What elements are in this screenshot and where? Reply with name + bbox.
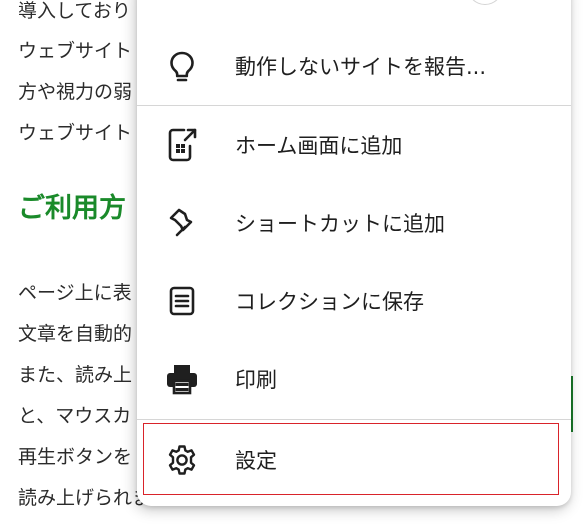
article-text-line: また、読み上 — [18, 364, 133, 386]
menu-item-print[interactable]: 印刷 — [137, 340, 571, 418]
toggle-partial[interactable] — [467, 0, 503, 5]
article-text-line: と、マウスカ — [18, 405, 132, 427]
article-text-line: ページ上に表 — [18, 282, 132, 304]
article-text-line: 文章を自動的 — [18, 323, 133, 345]
menu-item-label: ショートカットに追加 — [235, 212, 445, 236]
collections-icon — [165, 284, 199, 318]
article-text-line: ウェブサイト — [18, 40, 133, 62]
menu-item-save-to-collections[interactable]: コレクションに保存 — [137, 262, 571, 340]
menu-item-add-to-shortcuts[interactable]: ショートカットに追加 — [137, 184, 571, 262]
selection-highlight — [143, 423, 559, 495]
printer-icon — [165, 362, 199, 396]
lightbulb-icon — [165, 49, 199, 83]
article-text-line: 方や視力の弱 — [18, 81, 133, 103]
article-text-line: 再生ボタンを — [18, 446, 133, 468]
menu-item-add-to-home-screen[interactable]: ホーム画面に追加 — [137, 106, 571, 184]
browser-menu: 動作しないサイトを報告... ホーム画面に追加 ショートカットに追加 コレクショ… — [137, 0, 571, 506]
menu-item-label: 印刷 — [235, 368, 277, 392]
menu-item-report-site[interactable]: 動作しないサイトを報告... — [137, 27, 571, 105]
menu-divider — [137, 419, 571, 420]
article-section-heading: ご利用方 — [18, 193, 126, 224]
menu-item-label: 動作しないサイトを報告... — [235, 55, 487, 79]
menu-item-label: コレクションに保存 — [235, 290, 424, 314]
add-to-home-screen-icon — [165, 128, 199, 162]
article-text-line: 導入しており — [18, 0, 131, 22]
article-text-line: ウェブサイト — [18, 122, 133, 144]
menu-item-label: ホーム画面に追加 — [235, 134, 403, 158]
pin-icon — [165, 206, 199, 240]
